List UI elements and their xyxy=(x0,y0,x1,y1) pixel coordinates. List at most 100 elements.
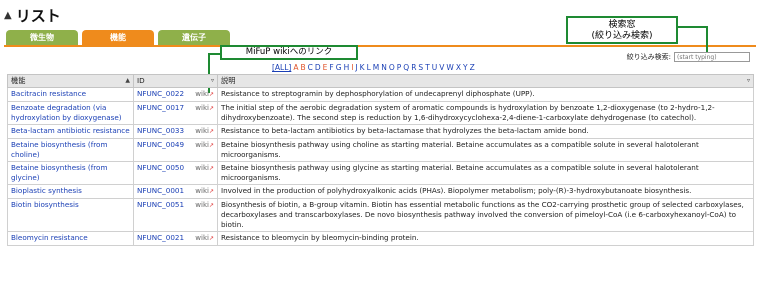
id-cell: NFUNC_0021 wiki↗ xyxy=(133,231,218,246)
function-link[interactable]: Biotin biosynthesis xyxy=(7,198,134,232)
alphabet-link-f[interactable]: F xyxy=(329,63,333,72)
id-cell: NFUNC_0017 wiki↗ xyxy=(133,101,218,125)
sort-icon[interactable]: ▿ xyxy=(211,76,214,86)
table-row: Betaine biosynthesis (from glycine) NFUN… xyxy=(7,161,754,185)
id-cell: NFUNC_0050 wiki↗ xyxy=(133,161,218,185)
alphabet-link-u[interactable]: U xyxy=(432,63,438,72)
alphabet-nav: [ALL] A B C D E F G H I J K L M N O P Q … xyxy=(272,63,475,72)
table-row: Bacitracin resistance NFUNC_0022 wiki↗ Re… xyxy=(7,87,754,102)
wiki-link[interactable]: wiki↗ xyxy=(195,233,214,244)
search-callout: 検索窓 (絞り込み検索) xyxy=(566,16,678,44)
alphabet-all-link[interactable]: [ALL] xyxy=(272,63,291,72)
table-row: Bioplastic synthesis NFUNC_0001 wiki↗ Inv… xyxy=(7,184,754,199)
alphabet-link-t[interactable]: T xyxy=(425,63,430,72)
alphabet-link-g[interactable]: G xyxy=(336,63,342,72)
function-link[interactable]: Bioplastic synthesis xyxy=(7,184,134,199)
id-link[interactable]: NFUNC_0021 xyxy=(137,233,184,244)
function-link[interactable]: Betaine biosynthesis (from glycine) xyxy=(7,161,134,185)
alphabet-link-h[interactable]: H xyxy=(344,63,350,72)
sort-icon[interactable]: ▿ xyxy=(747,76,750,86)
function-link[interactable]: Benzoate degradation (via hydroxylation … xyxy=(7,101,134,125)
wiki-link[interactable]: wiki↗ xyxy=(195,89,214,100)
wiki-callout: MiFuP wikiへのリンク xyxy=(220,45,358,60)
external-link-icon: ↗ xyxy=(208,188,214,195)
tab-function[interactable]: 機能 xyxy=(82,30,154,45)
external-link-icon: ↗ xyxy=(208,165,214,172)
alphabet-link-k[interactable]: K xyxy=(360,63,365,72)
alphabet-link-j[interactable]: J xyxy=(355,63,357,72)
external-link-icon: ↗ xyxy=(208,142,214,149)
table-row: Betaine biosynthesis (from choline) NFUN… xyxy=(7,138,754,162)
filter-row: 絞り込み検索: xyxy=(627,52,750,62)
alphabet-link-d[interactable]: D xyxy=(315,63,321,72)
external-link-icon: ↗ xyxy=(208,235,214,242)
id-cell: NFUNC_0022 wiki↗ xyxy=(133,87,218,102)
id-link[interactable]: NFUNC_0017 xyxy=(137,103,184,114)
alphabet-link-a[interactable]: A xyxy=(293,63,298,72)
description-cell: Biosynthesis of biotin, a B-group vitami… xyxy=(217,198,754,232)
id-link[interactable]: NFUNC_0049 xyxy=(137,140,184,151)
function-link[interactable]: Beta-lactam antibiotic resistance xyxy=(7,124,134,139)
id-link[interactable]: NFUNC_0050 xyxy=(137,163,184,174)
sort-asc-icon[interactable]: ▲ xyxy=(125,76,130,86)
column-header-function[interactable]: 機能 ▲ xyxy=(7,74,134,88)
alphabet-link-i[interactable]: I xyxy=(351,63,353,72)
tab-microbe[interactable]: 微生物 xyxy=(6,30,78,45)
description-cell: Resistance to bleomycin by bleomycin-bin… xyxy=(217,231,754,246)
filter-label: 絞り込み検索: xyxy=(626,53,671,61)
search-callout-connector xyxy=(678,26,708,28)
alphabet-link-v[interactable]: V xyxy=(439,63,444,72)
id-cell: NFUNC_0049 wiki↗ xyxy=(133,138,218,162)
alphabet-link-z[interactable]: Z xyxy=(470,63,475,72)
id-cell: NFUNC_0001 wiki↗ xyxy=(133,184,218,199)
function-link[interactable]: Bacitracin resistance xyxy=(7,87,134,102)
alphabet-link-l[interactable]: L xyxy=(367,63,371,72)
alphabet-link-x[interactable]: X xyxy=(456,63,461,72)
id-cell: NFUNC_0033 wiki↗ xyxy=(133,124,218,139)
description-cell: Resistance to beta-lactam antibiotics by… xyxy=(217,124,754,139)
table-row: Benzoate degradation (via hydroxylation … xyxy=(7,101,754,125)
wiki-link[interactable]: wiki↗ xyxy=(195,200,214,211)
id-link[interactable]: NFUNC_0051 xyxy=(137,200,184,211)
alphabet-link-q[interactable]: Q xyxy=(403,63,409,72)
alphabet-link-p[interactable]: P xyxy=(397,63,402,72)
alphabet-link-e[interactable]: E xyxy=(323,63,328,72)
function-link[interactable]: Betaine biosynthesis (from choline) xyxy=(7,138,134,162)
wiki-link[interactable]: wiki↗ xyxy=(195,163,214,174)
column-header-id[interactable]: ID ▿ xyxy=(133,74,218,88)
alphabet-link-o[interactable]: O xyxy=(389,63,395,72)
description-cell: The initial step of the aerobic degradat… xyxy=(217,101,754,125)
description-cell: Involved in the production of polyhydrox… xyxy=(217,184,754,199)
alphabet-link-c[interactable]: C xyxy=(308,63,313,72)
alphabet-link-r[interactable]: R xyxy=(411,63,416,72)
alphabet-link-s[interactable]: S xyxy=(418,63,423,72)
wiki-link[interactable]: wiki↗ xyxy=(195,103,214,114)
alphabet-link-n[interactable]: N xyxy=(381,63,387,72)
description-cell: Betaine biosynthesis pathway using glyci… xyxy=(217,161,754,185)
tab-gene[interactable]: 遺伝子 xyxy=(158,30,230,45)
page-title-text: リスト xyxy=(15,7,61,25)
wiki-link[interactable]: wiki↗ xyxy=(195,140,214,151)
alphabet-link-y[interactable]: Y xyxy=(463,63,468,72)
external-link-icon: ↗ xyxy=(208,202,214,209)
table-row: Bleomycin resistance NFUNC_0021 wiki↗ Res… xyxy=(7,231,754,246)
tab-bar: 微生物 機能 遺伝子 xyxy=(6,30,230,45)
column-header-description[interactable]: 説明 ▿ xyxy=(217,74,754,88)
wiki-link[interactable]: wiki↗ xyxy=(195,186,214,197)
id-link[interactable]: NFUNC_0001 xyxy=(137,186,184,197)
description-cell: Resistance to streptogramin by dephospho… xyxy=(217,87,754,102)
alphabet-link-w[interactable]: W xyxy=(446,63,453,72)
id-link[interactable]: NFUNC_0033 xyxy=(137,126,184,137)
function-link[interactable]: Bleomycin resistance xyxy=(7,231,134,246)
wiki-link[interactable]: wiki↗ xyxy=(195,126,214,137)
alphabet-link-m[interactable]: M xyxy=(373,63,379,72)
alphabet-link-b[interactable]: B xyxy=(300,63,305,72)
id-link[interactable]: NFUNC_0022 xyxy=(137,89,184,100)
function-table: 機能 ▲ ID ▿ 説明 ▿ Bacitracin resistance NFUNC_… xyxy=(7,74,754,246)
external-link-icon: ↗ xyxy=(208,128,214,135)
filter-input[interactable] xyxy=(674,52,750,62)
search-callout-connector-v xyxy=(706,26,708,52)
table-row: Beta-lactam antibiotic resistance NFUNC_… xyxy=(7,124,754,139)
penguin-icon: ▲ xyxy=(4,10,12,21)
tab-underline xyxy=(4,45,756,47)
